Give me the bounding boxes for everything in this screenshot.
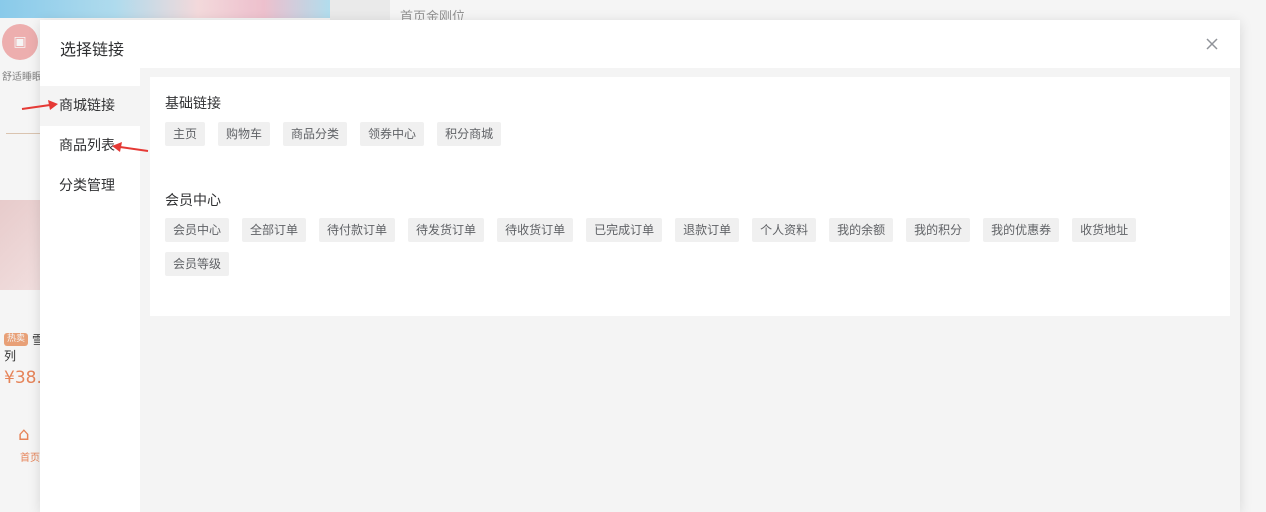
link-content-panel: 基础链接 主页 购物车 商品分类 领券中心 积分商城 会员中心 会员中心 全部订单 待付款订…	[150, 77, 1230, 316]
annotation-arrow-right-icon	[21, 100, 58, 110]
dialog-body: 商城链接 商品列表 分类管理 基础链接 主页 购物车 商品分类 领券中心 积分商城 会员…	[40, 68, 1240, 512]
link-tag[interactable]: 我的余额	[829, 218, 894, 242]
link-tag[interactable]: 购物车	[218, 122, 271, 146]
link-tag[interactable]: 全部订单	[242, 218, 307, 242]
select-link-dialog: 选择链接 商城链接 商品列表 分类管理 基础链接 主页 购物车 商品分类 领券中心 积分…	[40, 20, 1240, 512]
member-links: 会员中心 全部订单 待付款订单 待发货订单 待收货订单 已完成订单 退款订单 个人资料 我的余额…	[165, 218, 1225, 286]
link-tag[interactable]: 主页	[165, 122, 206, 146]
annotation-arrow-left-icon	[112, 142, 149, 152]
link-tag[interactable]: 会员中心	[165, 218, 230, 242]
link-tag[interactable]: 领券中心	[360, 122, 425, 146]
menu-item-label: 商品列表	[59, 138, 115, 154]
dialog-title: 选择链接	[60, 40, 125, 59]
menu-item-label: 分类管理	[59, 178, 115, 194]
link-tag[interactable]: 已完成订单	[586, 218, 663, 242]
menu-item-category-management[interactable]: 分类管理	[40, 166, 140, 206]
link-tag[interactable]: 收货地址	[1072, 218, 1137, 242]
link-tag[interactable]: 退款订单	[675, 218, 740, 242]
close-icon[interactable]	[1202, 34, 1222, 54]
link-category-menu: 商城链接 商品列表 分类管理	[40, 68, 140, 512]
section-title-member: 会员中心	[165, 193, 221, 209]
link-tag[interactable]: 商品分类	[283, 122, 348, 146]
section-title-basic: 基础链接	[165, 96, 221, 112]
link-tag[interactable]: 我的优惠券	[983, 218, 1060, 242]
link-tag[interactable]: 积分商城	[437, 122, 502, 146]
link-tag[interactable]: 个人资料	[752, 218, 817, 242]
link-tag[interactable]: 待发货订单	[408, 218, 485, 242]
link-tag[interactable]: 待付款订单	[319, 218, 396, 242]
menu-item-label: 商城链接	[59, 98, 115, 114]
link-tag[interactable]: 会员等级	[165, 252, 230, 276]
link-tag[interactable]: 待收货订单	[497, 218, 574, 242]
dialog-header: 选择链接	[40, 20, 1240, 68]
basic-links: 主页 购物车 商品分类 领券中心 积分商城	[165, 122, 1225, 156]
link-tag[interactable]: 我的积分	[906, 218, 971, 242]
